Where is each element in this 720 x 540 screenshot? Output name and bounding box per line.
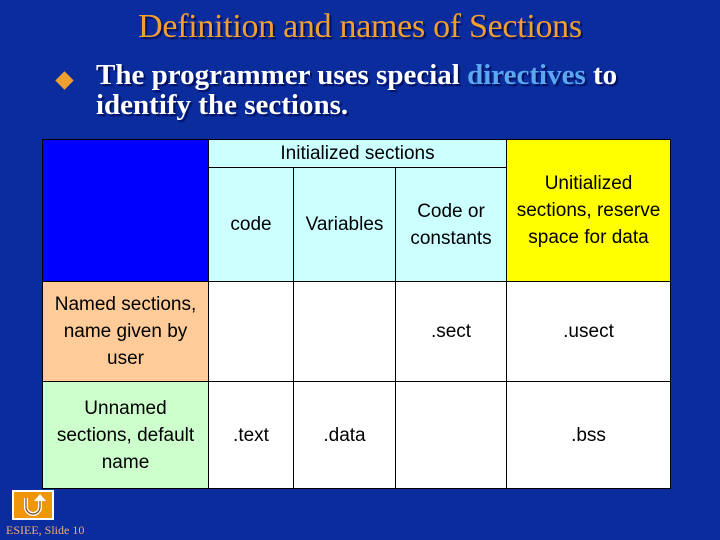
- header-code: code: [208, 167, 294, 282]
- cell-named-variables: [293, 281, 396, 382]
- return-button[interactable]: [12, 490, 54, 520]
- header-code-or-constants: Code or constants: [394, 167, 508, 282]
- header-uninitialized-sections: Unitialized sections, reserve space for …: [506, 139, 672, 282]
- cell-unnamed-code: .text: [208, 381, 294, 489]
- cell-unnamed-uninitialized: .bss: [506, 381, 672, 489]
- bullet-highlight-directives: directives: [467, 59, 586, 91]
- sections-table: Initialized sections Unitialized section…: [42, 139, 672, 489]
- slide-footer: ESIEE, Slide 10: [6, 523, 85, 537]
- cell-unnamed-variables: .data: [293, 381, 396, 489]
- cell-named-constants: .sect: [394, 281, 508, 382]
- bullet-text: The programmer uses special directives t…: [96, 60, 716, 120]
- return-arrow-icon: [24, 494, 46, 516]
- cell-named-uninitialized: .usect: [506, 281, 672, 382]
- table-row-unnamed: Unnamed sections, default name .text .da…: [42, 381, 672, 489]
- corner-cell: [42, 139, 209, 282]
- row-label-named: Named sections, name given by user: [42, 281, 209, 382]
- cell-unnamed-constants: [394, 381, 508, 489]
- cell-named-code: [208, 281, 294, 382]
- diamond-bullet-icon: [55, 71, 74, 90]
- slide-title: Definition and names of Sections: [138, 8, 582, 45]
- bullet-text-before: The programmer uses special: [96, 59, 468, 91]
- row-label-unnamed: Unnamed sections, default name: [42, 381, 209, 489]
- header-initialized-sections: Initialized sections: [207, 139, 508, 168]
- table-row-named: Named sections, name given by user .sect…: [42, 281, 672, 382]
- header-variables: Variables: [293, 167, 396, 282]
